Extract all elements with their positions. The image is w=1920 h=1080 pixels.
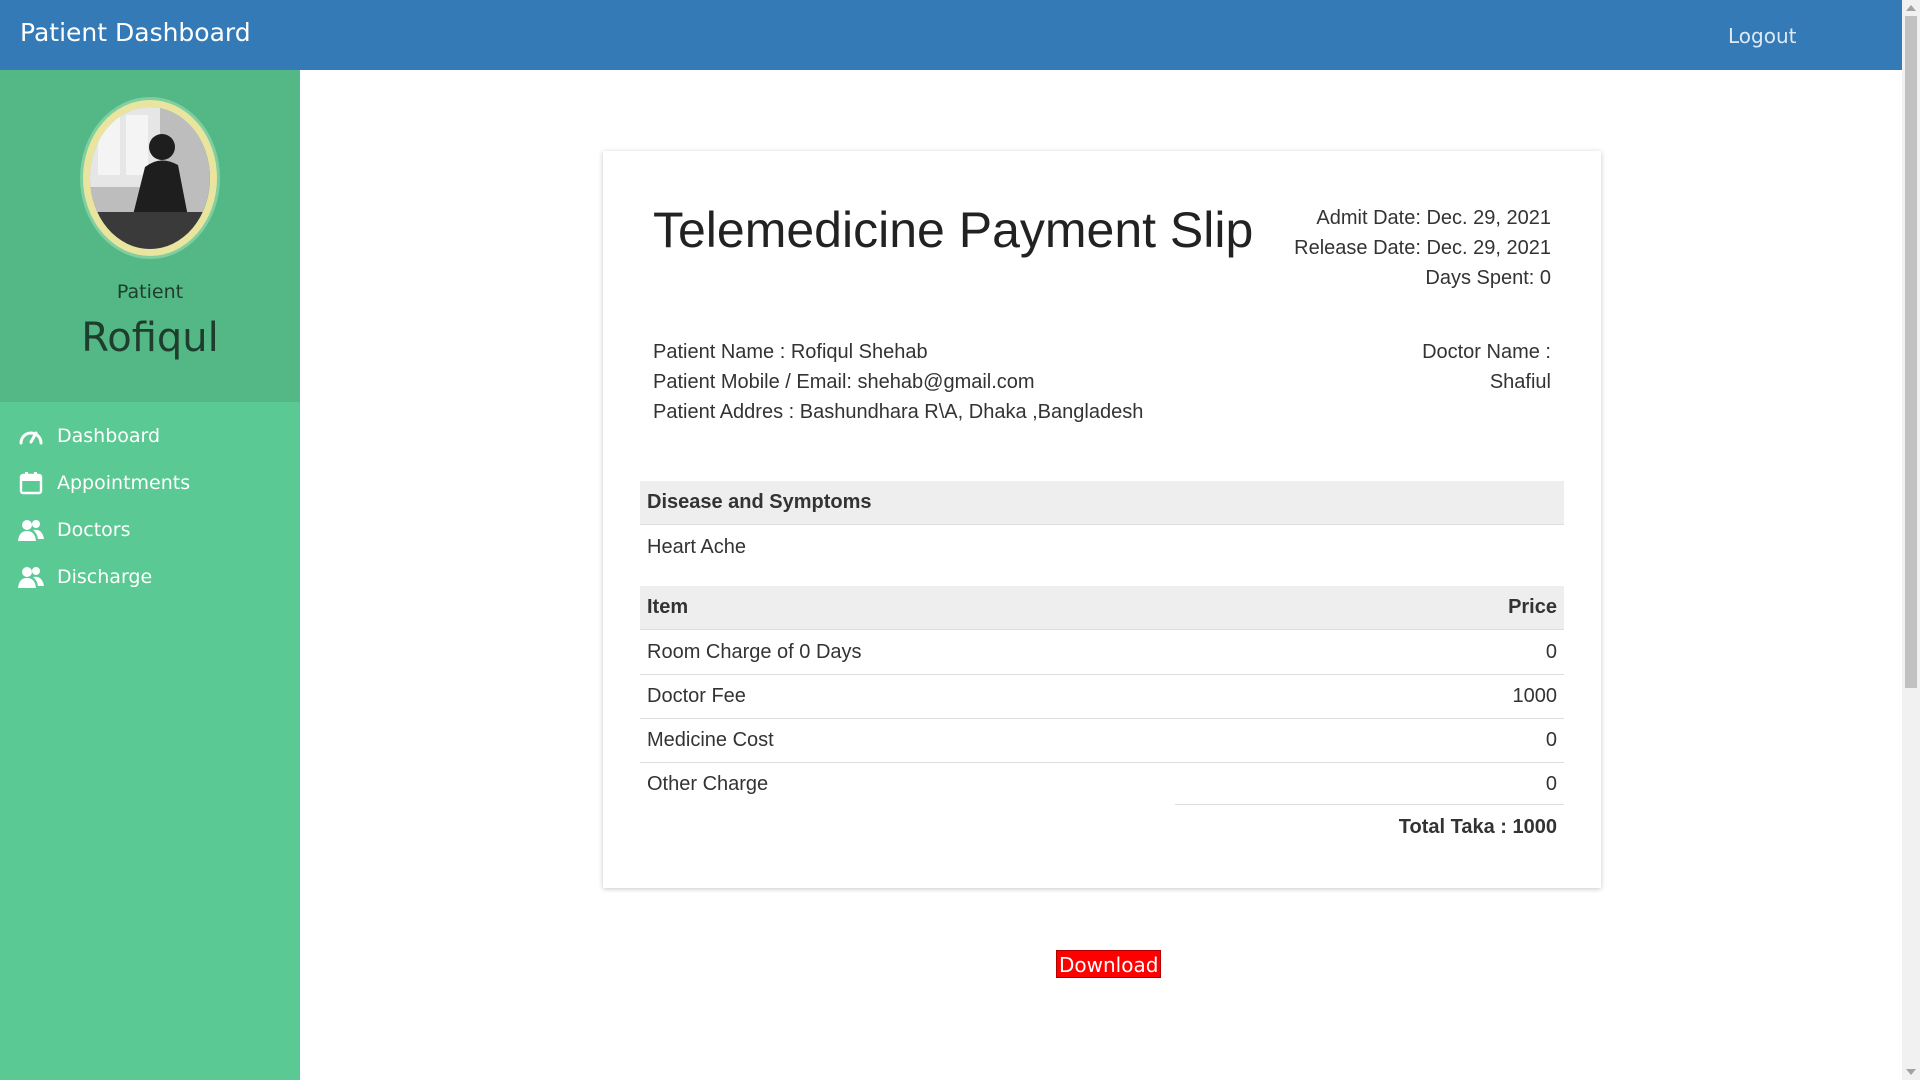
charge-item: Doctor Fee: [647, 685, 746, 707]
patient-contact: Patient Mobile / Email: shehab@gmail.com: [653, 371, 1035, 393]
charge-item: Room Charge of 0 Days: [647, 640, 862, 663]
patient-info: Patient Name : Rofiqul Shehab Patient Mo…: [653, 337, 1143, 427]
charge-price: 1000: [1512, 685, 1558, 707]
table-header-row: Disease and Symptoms: [640, 481, 1564, 525]
top-navbar: Patient Dashboard Logout: [0, 0, 1902, 70]
sidebar-item-discharge[interactable]: Discharge: [0, 553, 300, 600]
charge-item: Other Charge: [647, 773, 769, 795]
slip-dates: Admit Date: Dec. 29, 2021 Release Date: …: [1294, 203, 1551, 293]
users-icon: [18, 564, 44, 590]
download-button[interactable]: Download: [1056, 950, 1162, 978]
patient-name: Patient Name : Rofiqul Shehab: [653, 341, 928, 363]
charge-price: 0: [1545, 773, 1557, 795]
total-amount: Total Taka : 1000: [1175, 804, 1564, 849]
avatar-photo: [90, 107, 210, 249]
table-row: Heart Ache: [640, 525, 1564, 569]
table-row: Other Charge 0: [640, 762, 1564, 806]
table-header-row: Item Price: [640, 586, 1564, 630]
price-header: Price: [1508, 596, 1557, 618]
table-row: Medicine Cost 0: [640, 718, 1564, 762]
charges-table: Item Price Room Charge of 0 Days 0 Docto…: [640, 586, 1564, 806]
brand-title[interactable]: Patient Dashboard: [20, 18, 251, 47]
speedometer-icon: [18, 423, 44, 449]
patient-address: Patient Addres : Bashundhara R\A, Dhaka …: [653, 401, 1144, 423]
charge-price: 0: [1545, 640, 1557, 663]
slip-title: Telemedicine Payment Slip: [653, 202, 1254, 258]
symptoms-table: Disease and Symptoms Heart Ache: [640, 481, 1564, 569]
charge-item: Medicine Cost: [647, 729, 774, 751]
logout-link[interactable]: Logout: [1728, 24, 1796, 48]
sidebar-item-label: Dashboard: [57, 424, 161, 447]
doctor-info: Doctor Name : Shafiul: [1422, 337, 1551, 397]
sidebar-item-appointments[interactable]: Appointments: [0, 459, 300, 506]
table-row: Doctor Fee 1000: [640, 674, 1564, 718]
release-date: Release Date: Dec. 29, 2021: [1294, 237, 1551, 259]
profile-name: Rofiqul: [81, 315, 219, 361]
scroll-up-icon[interactable]: [1906, 5, 1916, 11]
profile-role: Patient: [116, 281, 184, 303]
symptoms-value: Heart Ache: [647, 535, 746, 558]
sidebar-item-label: Appointments: [57, 471, 191, 494]
item-header: Item: [647, 596, 689, 618]
users-icon: [18, 517, 44, 543]
doctor-label: Doctor Name :: [1422, 341, 1551, 363]
total-label: Total Taka : 1000: [1398, 815, 1557, 838]
symptoms-header: Disease and Symptoms: [647, 491, 872, 513]
days-spent: Days Spent: 0: [1425, 267, 1551, 289]
charge-price: 0: [1545, 729, 1557, 751]
payment-slip-card: Telemedicine Payment Slip Admit Date: De…: [603, 151, 1601, 888]
admit-date: Admit Date: Dec. 29, 2021: [1316, 207, 1551, 229]
profile-panel: Patient Rofiqul: [0, 70, 300, 402]
sidebar: Patient Rofiqul Dashboard Appointments D…: [0, 70, 300, 1080]
sidebar-item-doctors[interactable]: Doctors: [0, 506, 300, 553]
calendar-icon: [18, 470, 44, 496]
table-row: Room Charge of 0 Days 0: [640, 630, 1564, 674]
page-scrollbar[interactable]: [1902, 0, 1920, 1080]
avatar: [90, 107, 210, 249]
sidebar-item-dashboard[interactable]: Dashboard: [0, 412, 300, 459]
sidebar-item-label: Discharge: [57, 565, 153, 588]
doctor-name: Shafiul: [1489, 371, 1551, 393]
sidebar-item-label: Doctors: [57, 518, 131, 541]
avatar-frame: [83, 100, 217, 256]
scroll-thumb[interactable]: [1905, 16, 1917, 688]
sidebar-nav: Dashboard Appointments Doctors Discharge: [0, 412, 300, 600]
scroll-down-icon[interactable]: [1906, 1069, 1916, 1075]
